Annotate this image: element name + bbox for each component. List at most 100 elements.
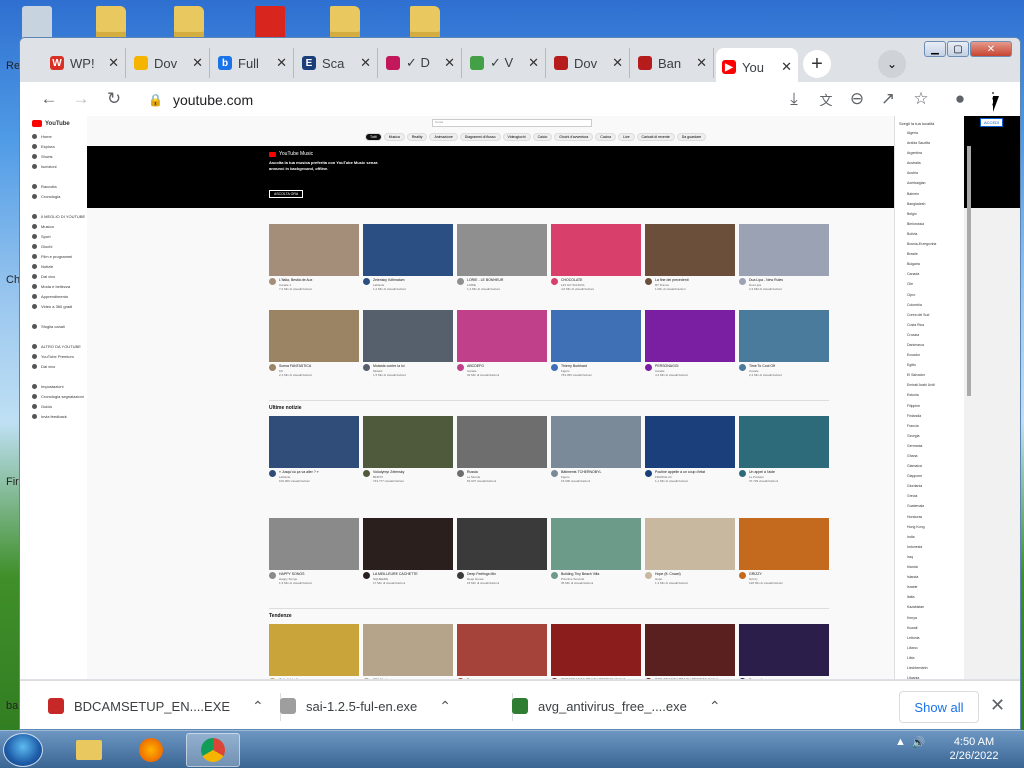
location-option[interactable]: Azerbaigian: [907, 178, 964, 188]
taskbar-firefox[interactable]: [124, 733, 178, 767]
location-option[interactable]: Arabia Saudita: [907, 138, 964, 148]
sidebar-item[interactable]: Invia feedback: [28, 411, 86, 421]
desktop-icon-label[interactable]: Fir: [6, 476, 19, 488]
filter-chip[interactable]: Tutti: [365, 133, 382, 141]
sidebar-item[interactable]: Sfoglia canali: [28, 321, 86, 331]
location-option[interactable]: Israele: [907, 582, 964, 592]
location-option[interactable]: Australia: [907, 158, 964, 168]
clock[interactable]: 4:50 AM 2/26/2022: [945, 735, 1003, 763]
location-option[interactable]: Bosnia-Erzegovina: [907, 239, 964, 249]
location-option[interactable]: Austria: [907, 168, 964, 178]
location-option[interactable]: Filippine: [907, 401, 964, 411]
location-option[interactable]: Italia: [907, 592, 964, 602]
sidebar-item[interactable]: YouTube Premium: [28, 351, 86, 361]
location-option[interactable]: Kuwait: [907, 623, 964, 633]
reload-icon[interactable]: ↻: [103, 88, 125, 110]
location-option[interactable]: Lituania: [907, 673, 964, 679]
video-card[interactable]: Poutine appelle à un coup d'état FRANCE 2…: [645, 416, 735, 483]
close-tab-icon[interactable]: ✕: [108, 55, 119, 71]
avatar[interactable]: [363, 678, 370, 679]
video-title[interactable]: Un appel à l'aide: [749, 470, 778, 475]
video-thumbnail[interactable]: [645, 224, 735, 276]
sidebar-item[interactable]: ALTRO DA YOUTUBE: [28, 341, 86, 351]
video-card[interactable]: CHOCOLATE 123 GO SCHOOL 4,6 Mln di visuali…: [551, 224, 641, 291]
video-card[interactable]: HAPPY SONGS Happy Songs 1,9 Mln di visuali…: [269, 518, 359, 585]
back-icon[interactable]: ←: [38, 88, 60, 110]
chevron-up-icon[interactable]: ⌃: [709, 698, 721, 715]
video-thumbnail[interactable]: [551, 518, 641, 570]
avatar[interactable]: [363, 470, 370, 477]
avatar[interactable]: [739, 470, 746, 477]
avatar[interactable]: [269, 678, 276, 679]
sidebar-item[interactable]: Apprendimento: [28, 291, 86, 301]
taskbar-explorer[interactable]: [62, 733, 116, 767]
tab[interactable]: ✓ D ✕: [380, 48, 462, 78]
show-all-button[interactable]: Show all: [899, 691, 979, 723]
youtube-logo[interactable]: YouTube: [28, 116, 86, 131]
video-thumbnail[interactable]: [363, 310, 453, 362]
location-option[interactable]: Iraq: [907, 552, 964, 562]
sidebar-item[interactable]: Guida: [28, 401, 86, 411]
chevron-down-icon[interactable]: ⌄: [878, 50, 906, 78]
location-option[interactable]: Kazakistan: [907, 602, 964, 612]
sidebar-item[interactable]: Esplora: [28, 141, 86, 151]
sidebar-item[interactable]: Video a 360 gradi: [28, 301, 86, 311]
close-tab-icon[interactable]: ✕: [192, 55, 203, 71]
location-option[interactable]: Libano: [907, 643, 964, 653]
video-title[interactable]: L'Italia, Bestia de Aux: [279, 278, 312, 283]
avatar[interactable]: [363, 364, 370, 371]
avatar[interactable]: [457, 278, 464, 285]
video-thumbnail[interactable]: [645, 310, 735, 362]
video-title[interactable]: Scena FANTASTICA: [279, 364, 312, 369]
show-hidden-icons-icon[interactable]: ▲: [895, 736, 906, 749]
location-option[interactable]: Islanda: [907, 572, 964, 582]
video-title[interactable]: Pom-pom: [467, 678, 482, 679]
location-option[interactable]: Francia: [907, 421, 964, 431]
video-thumbnail[interactable]: [645, 518, 735, 570]
avatar[interactable]: [645, 278, 652, 285]
location-option[interactable]: Cile: [907, 279, 964, 289]
listen-now-button[interactable]: ASCOLTA ORA: [269, 190, 304, 198]
filter-chip[interactable]: Da guardare: [676, 133, 707, 141]
video-thumbnail[interactable]: [269, 416, 359, 468]
video-card[interactable]: L'Italia, Bestia de Aux Canale 1 7,2 Mln d…: [269, 224, 359, 291]
video-title[interactable]: La fine dei precedenti: [655, 278, 688, 283]
filter-chip[interactable]: Reality: [406, 133, 428, 141]
filter-chip[interactable]: Live: [618, 133, 635, 141]
avatar[interactable]: [269, 470, 276, 477]
video-title[interactable]: Deep Feelings Mix: [467, 572, 499, 577]
location-option[interactable]: India: [907, 532, 964, 542]
video-title[interactable]: LA MEILLEURE CACHETTE: [373, 572, 418, 577]
folder-icon[interactable]: [410, 6, 440, 40]
location-option[interactable]: Croazia: [907, 330, 964, 340]
close-tab-icon[interactable]: ✕: [612, 55, 623, 71]
chevron-up-icon[interactable]: ⌃: [252, 698, 264, 715]
sidebar-item[interactable]: Il MEGLIO DI YOUTUBE: [28, 211, 86, 221]
video-thumbnail[interactable]: [645, 416, 735, 468]
location-option[interactable]: Lettonia: [907, 633, 964, 643]
location-option[interactable]: El Salvador: [907, 370, 964, 380]
location-option[interactable]: Bielorussia: [907, 219, 964, 229]
desktop-icon-label[interactable]: Ch: [6, 274, 20, 286]
lock-icon[interactable]: 🔒: [148, 93, 163, 107]
location-option[interactable]: Germania: [907, 441, 964, 451]
video-thumbnail[interactable]: [269, 224, 359, 276]
video-thumbnail[interactable]: [739, 518, 829, 570]
pdf-file-icon[interactable]: [255, 6, 285, 40]
sidebar-item[interactable]: Iscrizioni: [28, 161, 86, 171]
video-thumbnail[interactable]: [457, 224, 547, 276]
video-title[interactable]: PRESSEASON TRACK SESSION DAY 2: [561, 678, 625, 679]
sidebar-item[interactable]: Notizie: [28, 261, 86, 271]
video-card[interactable]: Europa LeagueCanale: [739, 624, 829, 679]
chevron-up-icon[interactable]: ⌃: [439, 698, 451, 715]
avatar[interactable]: [269, 364, 276, 371]
video-thumbnail[interactable]: [739, 416, 829, 468]
filter-chip[interactable]: Giochi d'avventura: [554, 133, 594, 141]
taskbar-chrome[interactable]: [186, 733, 240, 767]
url-text[interactable]: youtube.com: [173, 92, 253, 108]
video-title[interactable]: Poutine appelle à un coup d'état: [655, 470, 705, 475]
video-title[interactable]: Motards contre la loi: [373, 364, 406, 369]
video-thumbnail[interactable]: [457, 624, 547, 676]
folder-icon[interactable]: [174, 6, 204, 40]
location-option[interactable]: Giordania: [907, 481, 964, 491]
